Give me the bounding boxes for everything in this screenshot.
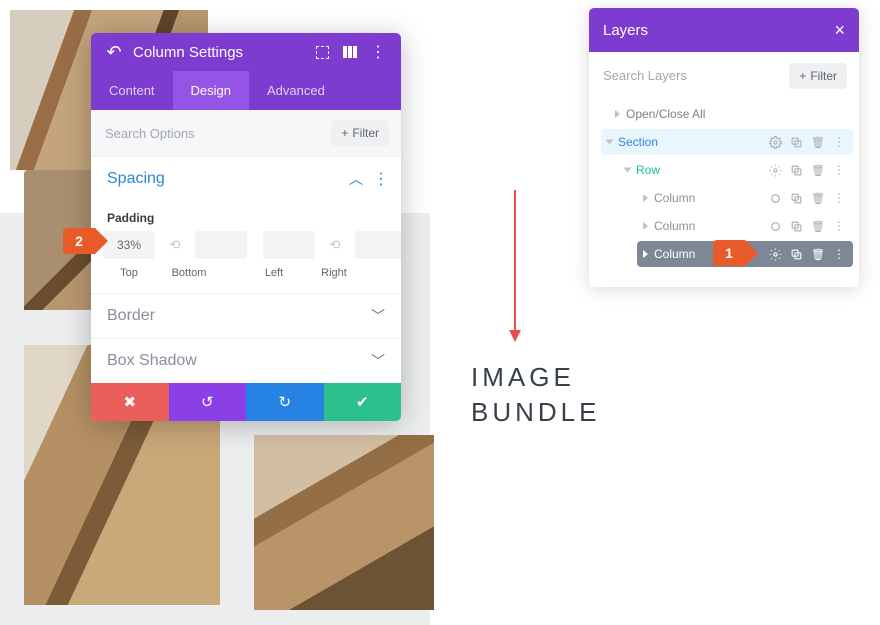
- padding-top-input[interactable]: [103, 231, 155, 259]
- trash-icon[interactable]: [811, 191, 825, 205]
- layers-search-input[interactable]: [601, 62, 781, 89]
- section-spacing-header[interactable]: Spacing ︿: [91, 156, 401, 201]
- layers-filter-button[interactable]: +Filter: [789, 63, 847, 89]
- layer-section[interactable]: Section: [601, 129, 853, 155]
- more-icon[interactable]: [833, 219, 845, 233]
- padding-inputs: ⟲ ⟲: [91, 231, 401, 263]
- chevron-right-icon: [643, 250, 648, 258]
- undo-icon[interactable]: [105, 43, 123, 61]
- modal-search-row: +Filter: [91, 110, 401, 156]
- layer-column[interactable]: Column: [637, 185, 853, 211]
- more-icon[interactable]: [833, 163, 845, 177]
- layers-search-row: +Filter: [589, 52, 859, 99]
- more-icon[interactable]: [833, 191, 845, 205]
- columns-icon[interactable]: [341, 43, 359, 61]
- chevron-down-icon: [624, 168, 632, 173]
- trash-icon[interactable]: [811, 163, 825, 177]
- chevron-right-icon: [643, 222, 648, 230]
- tab-design[interactable]: Design: [173, 71, 249, 110]
- image-tile: [254, 435, 434, 610]
- layer-actions: [769, 247, 845, 261]
- gear-icon[interactable]: [769, 192, 782, 205]
- gear-icon[interactable]: [769, 136, 782, 149]
- gear-icon[interactable]: [769, 220, 782, 233]
- padding-left-input[interactable]: [263, 231, 315, 259]
- layer-column[interactable]: Column: [637, 213, 853, 239]
- link-icon[interactable]: ⟲: [323, 231, 347, 259]
- more-icon[interactable]: [373, 169, 385, 189]
- chevron-down-icon: [606, 140, 614, 145]
- redo-button[interactable]: ↻: [246, 383, 324, 421]
- layer-actions: [769, 191, 845, 205]
- tab-content[interactable]: Content: [91, 71, 173, 110]
- more-icon[interactable]: [833, 135, 845, 149]
- undo-button[interactable]: ↺: [169, 383, 247, 421]
- section-boxshadow-header[interactable]: Box Shadow ﹀: [91, 338, 401, 383]
- padding-right-input[interactable]: [355, 231, 401, 259]
- search-options-input[interactable]: [103, 122, 323, 145]
- callout-2: 2: [63, 228, 95, 254]
- chevron-down-icon: ﹀: [371, 306, 385, 326]
- trash-icon[interactable]: [811, 247, 825, 261]
- annotation-arrow: [514, 190, 516, 330]
- modal-title: Column Settings: [133, 44, 303, 61]
- more-icon[interactable]: [369, 43, 387, 61]
- section-border-header[interactable]: Border ﹀: [91, 293, 401, 338]
- layers-header: Layers ×: [589, 8, 859, 52]
- gear-icon[interactable]: [769, 248, 782, 261]
- gear-icon[interactable]: [769, 164, 782, 177]
- duplicate-icon[interactable]: [790, 192, 803, 205]
- annotation-label: IMAGE BUNDLE: [471, 360, 600, 430]
- layer-actions: [769, 135, 845, 149]
- column-settings-modal: Column Settings Content Design Advanced …: [91, 33, 401, 421]
- callout-1: 1: [713, 240, 745, 266]
- duplicate-icon[interactable]: [790, 136, 803, 149]
- modal-header: Column Settings: [91, 33, 401, 71]
- chevron-up-icon: ︿: [349, 169, 363, 189]
- layers-title: Layers: [603, 22, 648, 39]
- modal-tabs: Content Design Advanced: [91, 71, 401, 110]
- trash-icon[interactable]: [811, 219, 825, 233]
- modal-footer: ✖ ↺ ↻ ✔: [91, 383, 401, 421]
- padding-labels: Top Bottom Left Right: [91, 263, 401, 293]
- chevron-right-icon: [643, 194, 648, 202]
- layer-row[interactable]: Row: [619, 157, 853, 183]
- duplicate-icon[interactable]: [790, 220, 803, 233]
- duplicate-icon[interactable]: [790, 164, 803, 177]
- discard-button[interactable]: ✖: [91, 383, 169, 421]
- layer-actions: [769, 219, 845, 233]
- more-icon[interactable]: [833, 247, 845, 261]
- filter-button[interactable]: +Filter: [331, 120, 389, 146]
- spacing-subtitle: Padding: [91, 201, 401, 231]
- chevron-right-icon: [615, 110, 620, 118]
- padding-bottom-input[interactable]: [195, 231, 247, 259]
- trash-icon[interactable]: [811, 135, 825, 149]
- open-close-all[interactable]: Open/Close All: [595, 105, 853, 127]
- close-icon[interactable]: ×: [834, 20, 845, 41]
- confirm-button[interactable]: ✔: [324, 383, 402, 421]
- chevron-down-icon: ﹀: [371, 351, 385, 371]
- layer-actions: [769, 163, 845, 177]
- tab-advanced[interactable]: Advanced: [249, 71, 343, 110]
- expand-icon[interactable]: [313, 43, 331, 61]
- duplicate-icon[interactable]: [790, 248, 803, 261]
- link-icon[interactable]: ⟲: [163, 231, 187, 259]
